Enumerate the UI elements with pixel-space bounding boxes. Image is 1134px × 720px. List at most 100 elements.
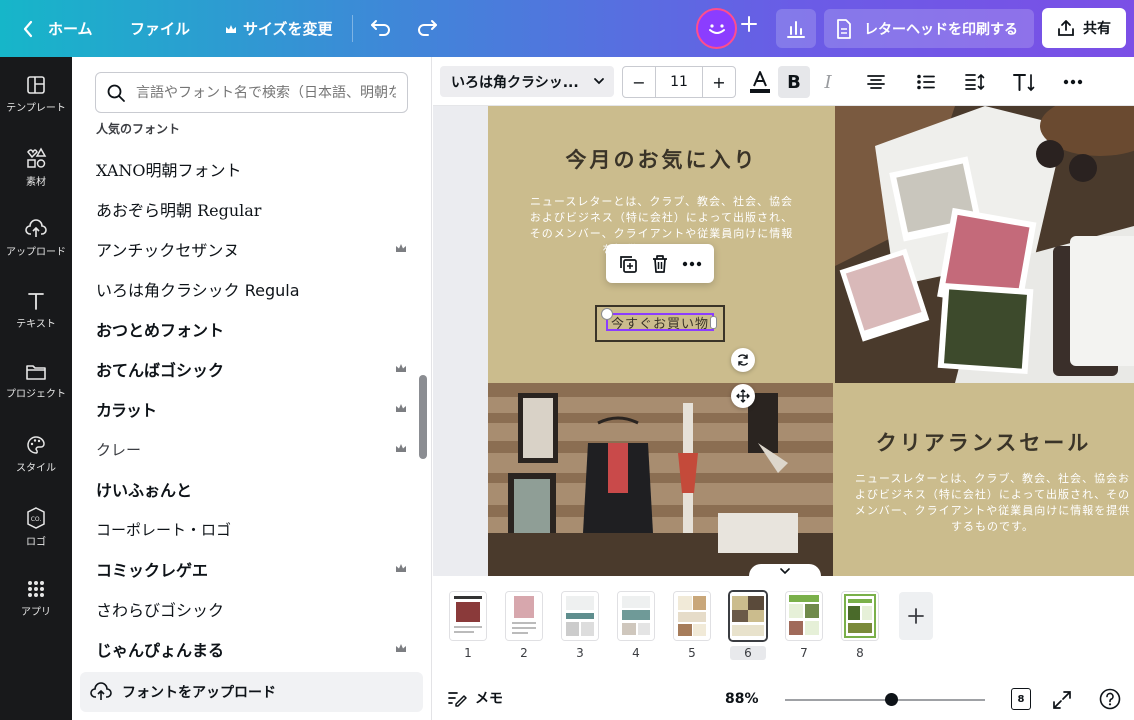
page-number-2: 2 [520, 646, 528, 660]
print-letterhead-button[interactable]: レターヘッドを印刷する [824, 9, 1034, 48]
zoom-percentage[interactable]: 88% [725, 691, 759, 707]
photos-flatlay-image[interactable] [835, 106, 1134, 383]
more-options-button[interactable] [1057, 66, 1089, 98]
crown-icon [396, 564, 406, 572]
rail-item-logos[interactable]: CO. ロゴ [0, 507, 72, 567]
font-name: おてんばゴシック [96, 361, 225, 380]
font-item[interactable]: じゃんぴょんまる [72, 629, 417, 669]
font-search-box[interactable] [95, 72, 408, 113]
font-family-dropdown[interactable]: いろは角クラシッ... [440, 66, 614, 97]
hide-pages-button[interactable] [749, 564, 821, 576]
zoom-slider-knob[interactable] [884, 693, 898, 706]
line-spacing-button[interactable] [959, 66, 991, 98]
rail-item-elements[interactable]: 素材 [0, 147, 72, 207]
store-photo [488, 383, 833, 576]
page-thumbnail-8[interactable] [842, 592, 878, 640]
file-menu-button[interactable]: ファイル [130, 18, 190, 39]
page-thumbnail-5[interactable] [674, 592, 710, 640]
clearance-heading[interactable]: クリアランスセール [833, 427, 1134, 457]
clearance-block[interactable]: クリアランスセール ニュースレターとは、クラブ、教会、社会、協会およびビジネス（… [833, 383, 1134, 576]
more-horizontal-icon [1063, 79, 1083, 85]
insights-button[interactable] [776, 9, 816, 48]
page-thumbnails: 1 2 3 4 5 6 7 8 [433, 576, 1134, 668]
page-thumbnail-2[interactable] [506, 592, 542, 640]
font-item[interactable]: おてんばゴシック [72, 349, 417, 389]
move-handle[interactable] [731, 384, 755, 408]
share-button[interactable]: 共有 [1042, 8, 1126, 48]
page-thumbnail-3[interactable] [562, 592, 598, 640]
duplicate-icon[interactable] [618, 254, 638, 274]
page-thumbnail-4[interactable] [618, 592, 654, 640]
rail-item-uploads[interactable]: アップロード [0, 219, 72, 279]
fullscreen-button[interactable] [1052, 690, 1072, 714]
rotate-handle[interactable] [731, 348, 755, 372]
shop-now-text[interactable]: 今すぐお買い物 [606, 313, 714, 332]
page-thumbnail-1[interactable] [450, 592, 486, 640]
clearance-body-text[interactable]: ニュースレターとは、クラブ、教会、社会、協会およびビジネス（特に会社）によって出… [851, 471, 1134, 535]
page-number-5: 5 [688, 646, 696, 660]
favorites-heading[interactable]: 今月のお気に入り [488, 144, 835, 174]
undo-button[interactable] [370, 17, 392, 37]
font-item[interactable]: おつとめフォント [72, 309, 417, 349]
page-number-7: 7 [800, 646, 808, 660]
italic-button[interactable]: I [812, 66, 844, 98]
align-center-button[interactable] [860, 66, 892, 98]
list-button[interactable] [910, 66, 942, 98]
home-button[interactable]: ホーム [22, 18, 93, 39]
thumb-preview [842, 592, 878, 640]
font-item[interactable]: クレー [72, 429, 417, 469]
page-thumbnail-6[interactable] [730, 592, 766, 640]
font-item[interactable]: コーポレート・ロゴ [72, 509, 417, 549]
increase-font-size-button[interactable]: + [703, 67, 735, 97]
home-label: ホーム [48, 20, 93, 38]
redo-button[interactable] [416, 17, 438, 37]
bottom-bar: メモ 88% 8 [433, 668, 1134, 720]
upload-font-button[interactable]: フォントをアップロード [80, 672, 423, 712]
font-item[interactable]: いろは角クラシック Regula [72, 269, 417, 309]
crown-icon [396, 364, 406, 372]
bold-button[interactable]: B [778, 66, 810, 98]
font-item[interactable]: あおぞら明朝 Regular [72, 189, 417, 229]
text-direction-button[interactable] [1008, 66, 1040, 98]
vertical-text-icon [1013, 74, 1035, 92]
help-button[interactable] [1099, 688, 1121, 714]
font-item[interactable]: カラット [72, 389, 417, 429]
font-list-scrollbar[interactable] [419, 375, 427, 459]
decrease-font-size-button[interactable]: − [623, 67, 655, 97]
rail-item-styles[interactable]: スタイル [0, 435, 72, 495]
design-page: 今月のお気に入り ニュースレターとは、クラブ、教会、社会、協会およびビジネス（特… [488, 106, 1134, 576]
store-interior-image[interactable] [488, 383, 833, 576]
trash-icon[interactable] [651, 254, 669, 274]
rail-item-text[interactable]: テキスト [0, 291, 72, 351]
rail-item-templates[interactable]: テンプレート [0, 75, 72, 135]
font-name: いろは角クラシック Regula [96, 281, 300, 300]
favorites-block[interactable]: 今月のお気に入り ニュースレターとは、クラブ、教会、社会、協会およびビジネス（特… [488, 106, 835, 383]
more-horizontal-icon[interactable] [682, 261, 702, 267]
rail-item-apps[interactable]: アプリ [0, 579, 72, 639]
text-color-button[interactable] [744, 66, 776, 98]
move-icon [736, 389, 750, 403]
user-avatar[interactable] [696, 8, 737, 49]
rail-label-elements: 素材 [26, 177, 46, 188]
resize-handle-right[interactable] [710, 316, 717, 329]
resize-button[interactable]: サイズを変更 [225, 18, 333, 39]
font-item[interactable]: アンチックセザンヌ [72, 229, 417, 269]
add-page-button[interactable] [899, 592, 933, 640]
page-thumbnail-7[interactable] [786, 592, 822, 640]
font-item[interactable]: コミックレゲエ [72, 549, 417, 589]
font-search-input[interactable] [136, 84, 396, 101]
font-list: XANO明朝フォント あおぞら明朝 Regular アンチックセザンヌ いろは角… [72, 149, 417, 669]
font-name: カラット [96, 401, 157, 420]
redo-icon [418, 20, 437, 36]
font-item[interactable]: さわらびゴシック [72, 589, 417, 629]
resize-handle-left[interactable] [601, 308, 613, 320]
page-count-button[interactable]: 8 [1011, 688, 1031, 710]
font-item[interactable]: XANO明朝フォント [72, 149, 417, 189]
align-center-icon [867, 75, 885, 89]
chevron-left-icon [23, 20, 33, 37]
font-size-input[interactable]: 11 [655, 67, 703, 97]
notes-button[interactable]: メモ [447, 688, 503, 708]
add-collaborator-button[interactable] [739, 14, 759, 34]
rail-item-projects[interactable]: プロジェクト [0, 363, 72, 423]
font-item[interactable]: けいふぉんと [72, 469, 417, 509]
